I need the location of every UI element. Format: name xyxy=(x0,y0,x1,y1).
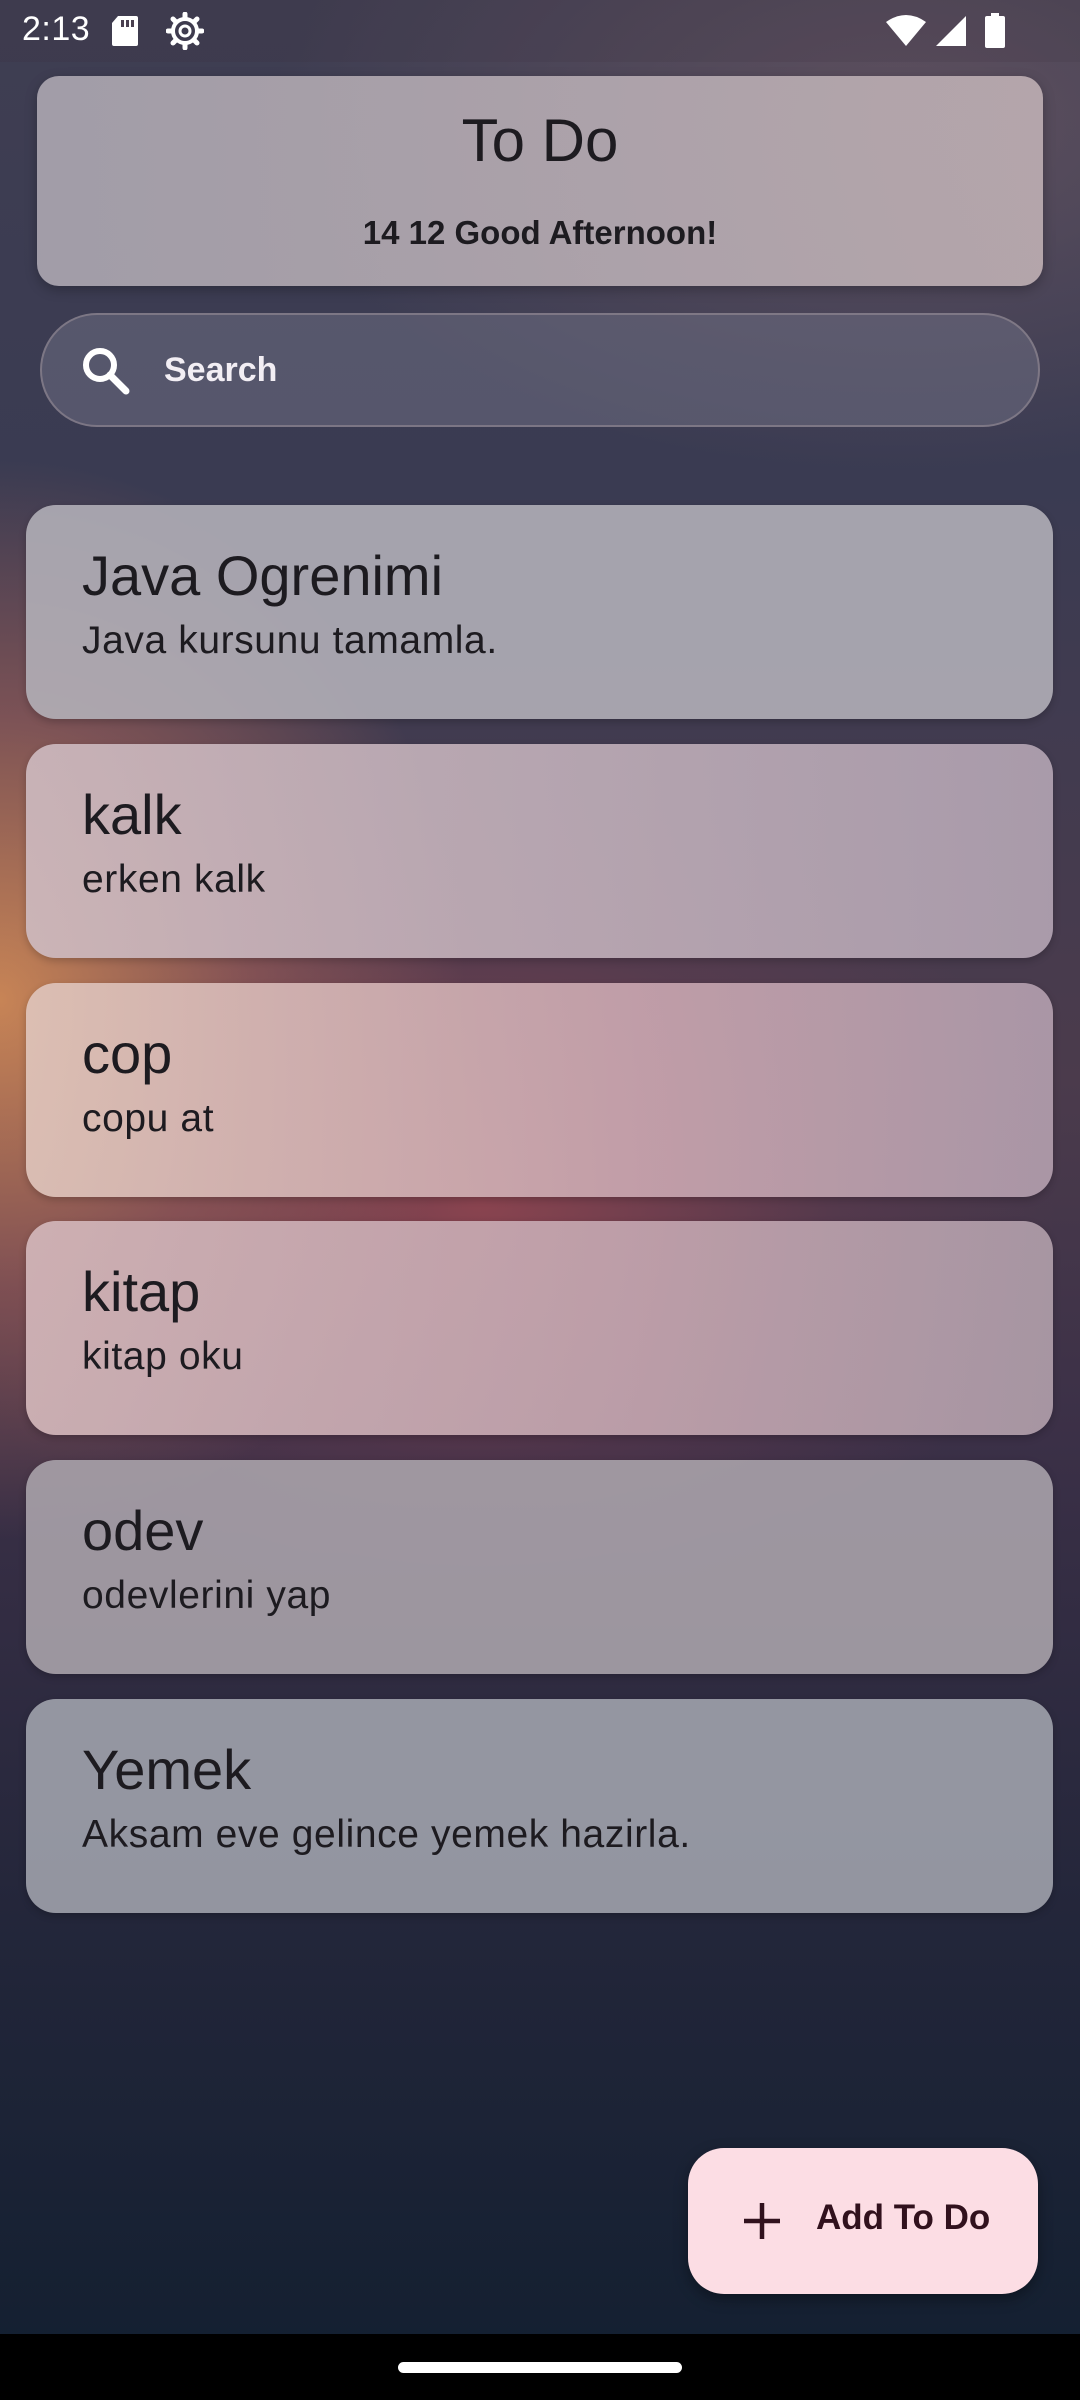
todo-description: Aksam eve gelince yemek hazirla. xyxy=(82,1813,691,1856)
todo-card[interactable]: kitap kitap oku xyxy=(26,1221,1053,1435)
search-icon xyxy=(80,345,132,402)
battery-icon xyxy=(984,13,1006,54)
todo-description: copu at xyxy=(82,1097,215,1140)
todo-card[interactable]: odev odevlerini yap xyxy=(26,1460,1053,1674)
settings-icon xyxy=(165,11,205,55)
todo-description: Java kursunu tamamla. xyxy=(82,619,498,662)
greeting-text: 14 12 Good Afternoon! xyxy=(362,214,718,251)
plus-icon xyxy=(740,2199,784,2248)
status-time: 2:13 xyxy=(22,10,91,48)
wifi-icon xyxy=(884,14,928,53)
todo-title: kitap xyxy=(82,1260,201,1323)
todo-description: kitap oku xyxy=(82,1335,244,1378)
header-card: To Do 14 12 Good Afternoon! xyxy=(37,76,1043,286)
add-todo-button[interactable]: Add To Do xyxy=(688,2148,1038,2294)
todo-card[interactable]: Java Ogrenimi Java kursunu tamamla. xyxy=(26,505,1053,719)
signal-icon xyxy=(934,14,968,53)
search-input[interactable] xyxy=(164,337,984,403)
todo-title: kalk xyxy=(82,783,182,846)
todo-description: erken kalk xyxy=(82,858,266,901)
todo-description: odevlerini yap xyxy=(82,1574,332,1617)
todo-card[interactable]: cop copu at xyxy=(26,983,1053,1197)
todo-card[interactable]: kalk erken kalk xyxy=(26,744,1053,958)
todo-title: odev xyxy=(82,1499,204,1562)
todo-card[interactable]: Yemek Aksam eve gelince yemek hazirla. xyxy=(26,1699,1053,1913)
home-indicator[interactable] xyxy=(398,2362,682,2373)
add-todo-label: Add To Do xyxy=(816,2198,991,2237)
todo-title: Yemek xyxy=(82,1738,252,1801)
todo-title: cop xyxy=(82,1022,173,1085)
status-bar: 2:13 xyxy=(0,0,1080,62)
navigation-bar xyxy=(0,2334,1080,2400)
sd-card-icon xyxy=(110,14,140,53)
search-bar[interactable] xyxy=(40,313,1040,427)
page-title: To Do xyxy=(461,107,619,174)
todo-title: Java Ogrenimi xyxy=(82,544,444,607)
